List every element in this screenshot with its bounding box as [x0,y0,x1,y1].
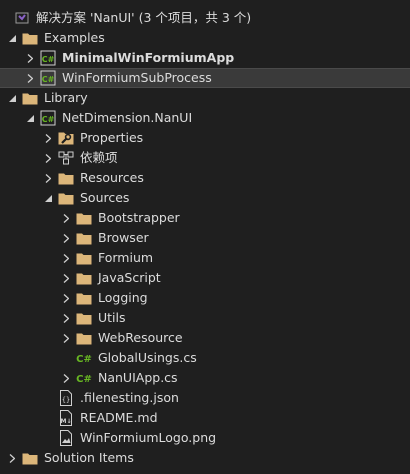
chevron-right-icon[interactable] [60,228,72,248]
folder-bootstrapper[interactable]: Bootstrapper [0,208,410,228]
project-winformiumsubprocess[interactable]: C# WinFormiumSubProcess [0,68,410,88]
folder-formium[interactable]: Formium [0,248,410,268]
project-label: WinFormiumSubProcess [62,70,212,85]
folder-logging[interactable]: Logging [0,288,410,308]
chevron-right-icon[interactable] [42,128,54,148]
csharp-file-icon: C# [76,370,92,386]
file-label: WinFormiumLogo.png [80,430,217,445]
solution-explorer-tree: 解决方案 'NanUI' (3 个项目，共 3 个) Examples C# M… [0,0,410,474]
svg-text:C#: C# [42,115,55,124]
file-label: .filenesting.json [80,390,179,405]
folder-icon [22,90,38,106]
dependencies-node[interactable]: 依赖项 [0,148,410,168]
file-label: GlobalUsings.cs [98,350,197,365]
folder-icon [58,190,74,206]
dependencies-label: 依赖项 [80,150,118,165]
folder-icon [76,290,92,306]
markdown-file-icon: M↓ [58,410,74,426]
folder-icon [22,450,38,466]
chevron-right-icon[interactable] [60,208,72,228]
chevron-right-icon[interactable] [60,328,72,348]
folder-icon [76,230,92,246]
solution-node[interactable]: 解决方案 'NanUI' (3 个项目，共 3 个) [0,8,410,28]
folder-label: Formium [98,250,154,265]
folder-label: Logging [98,290,148,305]
solution-folder-library[interactable]: Library [0,88,410,108]
chevron-right-icon[interactable] [24,68,36,88]
chevron-right-icon[interactable] [6,448,18,468]
folder-label: Solution Items [44,450,134,465]
csharp-project-icon: C# [40,110,56,126]
chevron-down-icon[interactable] [42,188,54,208]
chevron-right-icon[interactable] [60,368,72,388]
csharp-file-icon: C# [76,350,92,366]
chevron-right-icon[interactable] [42,168,54,188]
folder-label: Examples [44,30,105,45]
chevron-right-icon[interactable] [60,288,72,308]
chevron-right-icon[interactable] [60,308,72,328]
solution-folder-solution-items[interactable]: Solution Items [0,448,410,468]
csharp-project-icon: C# [40,50,56,66]
folder-resources[interactable]: Resources [0,168,410,188]
folder-icon [76,250,92,266]
file-nanuiapp[interactable]: C# NanUIApp.cs [0,368,410,388]
folder-icon [22,30,38,46]
project-label: NetDimension.NanUI [62,110,193,125]
svg-text:C#: C# [42,55,55,64]
folder-label: JavaScript [98,270,161,285]
chevron-right-icon[interactable] [42,148,54,168]
json-file-icon: {} [58,390,74,406]
visual-studio-solution-icon [14,10,30,26]
folder-icon [76,210,92,226]
folder-utils[interactable]: Utils [0,308,410,328]
chevron-right-icon[interactable] [60,248,72,268]
file-filenesting-json[interactable]: {} .filenesting.json [0,388,410,408]
dependencies-icon [58,150,74,166]
svg-text:{}: {} [62,396,70,404]
folder-javascript[interactable]: JavaScript [0,268,410,288]
project-netdimension-nanui[interactable]: C# NetDimension.NanUI [0,108,410,128]
chevron-down-icon[interactable] [24,108,36,128]
chevron-right-icon[interactable] [60,268,72,288]
folder-label: Browser [98,230,149,245]
project-minimalwinformiumapp[interactable]: C# MinimalWinFormiumApp [0,48,410,68]
folder-label: Library [44,90,88,105]
folder-icon [76,270,92,286]
csharp-project-icon: C# [40,70,56,86]
folder-icon [76,310,92,326]
folder-label: Resources [80,170,144,185]
properties-wrench-icon [58,130,74,146]
folder-browser[interactable]: Browser [0,228,410,248]
file-label: README.md [80,410,158,425]
folder-webresource[interactable]: WebResource [0,328,410,348]
properties-label: Properties [80,130,144,145]
file-readme-md[interactable]: M↓ README.md [0,408,410,428]
folder-icon [58,170,74,186]
folder-label: WebResource [98,330,183,345]
properties-node[interactable]: Properties [0,128,410,148]
folder-label: Bootstrapper [98,210,180,225]
folder-sources[interactable]: Sources [0,188,410,208]
file-label: NanUIApp.cs [98,370,178,385]
chevron-down-icon[interactable] [6,88,18,108]
file-globalusings[interactable]: C# GlobalUsings.cs [0,348,410,368]
chevron-down-icon[interactable] [6,28,18,48]
folder-icon [76,330,92,346]
svg-text:C#: C# [76,354,92,365]
file-winformiumlogo-png[interactable]: WinFormiumLogo.png [0,428,410,448]
solution-label: 解决方案 'NanUI' (3 个项目，共 3 个) [36,10,252,25]
svg-text:C#: C# [76,374,92,385]
folder-label: Utils [98,310,126,325]
project-label: MinimalWinFormiumApp [62,50,235,65]
chevron-right-icon[interactable] [24,48,36,68]
image-file-icon [58,430,74,446]
svg-text:M↓: M↓ [61,418,72,425]
svg-text:C#: C# [42,75,55,84]
folder-label: Sources [80,190,130,205]
solution-folder-examples[interactable]: Examples [0,28,410,48]
